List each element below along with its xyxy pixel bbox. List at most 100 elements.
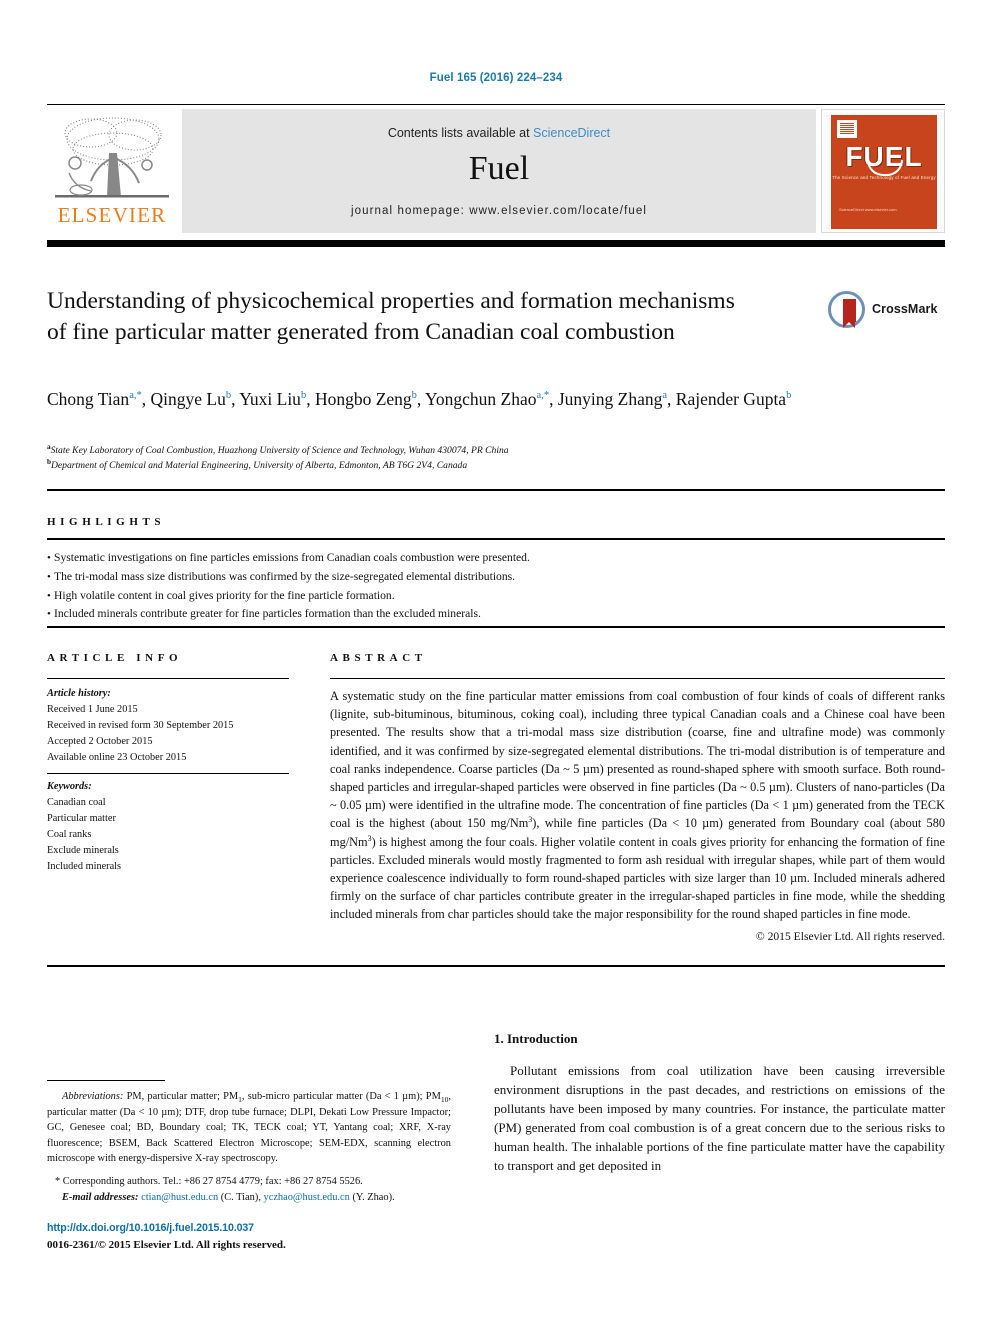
email-link-tian[interactable]: ctian@hust.edu.cn <box>141 1192 218 1203</box>
masthead-top-rule <box>47 104 945 105</box>
author-list: Chong Tiana,*, Qingye Lub, Yuxi Liub, Ho… <box>47 389 792 409</box>
crossmark-ribbon-icon <box>843 299 856 328</box>
abbrev-part-a: PM, particular matter; PM <box>123 1091 239 1102</box>
list-item: • Systematic investigations on fine parti… <box>47 549 787 568</box>
keywords-block: Keywords: Canadian coal Particular matte… <box>47 779 297 875</box>
doi-link[interactable]: http://dx.doi.org/10.1016/j.fuel.2015.10… <box>47 1222 254 1234</box>
list-item: • The tri-modal mass size distributions w… <box>47 568 787 587</box>
abstract-text: A systematic study on the fine particula… <box>330 687 945 923</box>
article-history-item: Received 1 June 2015 <box>47 704 138 716</box>
author-affil-marker: b <box>300 390 307 402</box>
author-name[interactable]: Yongchun Zhao <box>425 389 537 409</box>
author-affil-marker: a,* <box>129 390 142 402</box>
article-info-rule <box>47 678 289 680</box>
sciencedirect-link[interactable]: ScienceDirect <box>533 126 610 140</box>
article-history-item: Accepted 2 October 2015 <box>47 736 153 748</box>
keywords-label: Keywords: <box>47 781 92 792</box>
author-affil-marker: a <box>662 390 668 402</box>
elsevier-logo[interactable]: ELSEVIER <box>47 109 177 233</box>
abstract-rule <box>330 678 945 680</box>
author-name[interactable]: Hongbo Zeng <box>315 389 412 409</box>
page-title: Understanding of physicochemical propert… <box>47 288 735 346</box>
list-item: • Included minerals contribute greater fo… <box>47 605 787 624</box>
keyword-item[interactable]: Included minerals <box>47 859 297 875</box>
running-head: Fuel 165 (2016) 224–234 <box>429 72 563 84</box>
crossmark-badge[interactable]: CrossMark <box>828 290 940 330</box>
masthead-black-bar <box>47 240 945 247</box>
abstract-heading: ABSTRACT <box>330 652 427 664</box>
highlight-text: The tri-modal mass size distributions wa… <box>54 569 516 583</box>
highlights-top-rule <box>47 489 945 491</box>
bullet-icon: • <box>47 570 51 583</box>
email-label: E-mail addresses: <box>62 1192 139 1203</box>
email-suffix-1: (C. Tian), <box>218 1192 264 1203</box>
bullet-icon: • <box>47 552 51 564</box>
abstract-copyright: © 2015 Elsevier Ltd. All rights reserved… <box>755 930 945 943</box>
abstract-part-3: ) is highest among the four coals. Highe… <box>330 834 945 922</box>
corresponding-author-footnote: * Corresponding authors. Tel.: +86 27 87… <box>55 1176 363 1187</box>
article-history-item: Available online 23 October 2015 <box>47 752 187 764</box>
email-link-zhao[interactable]: yczhao@hust.edu.cn <box>264 1192 350 1203</box>
email-suffix-2: (Y. Zhao). <box>349 1192 395 1203</box>
journal-cover-thumbnail[interactable]: FUEL The Science and Technology of Fuel … <box>821 109 945 233</box>
abstract-bottom-rule <box>47 965 945 967</box>
author-name[interactable]: Chong Tian <box>47 389 129 409</box>
crossmark-label: CrossMark <box>872 302 938 316</box>
highlight-text: Systematic investigations on fine partic… <box>54 551 530 564</box>
cover-elsevier-mark-icon <box>837 120 857 138</box>
elsevier-tree-icon <box>55 117 169 198</box>
affiliation-item: aState Key Laboratory of Coal Combustion… <box>47 443 907 458</box>
journal-article-page: Fuel 165 (2016) 224–234 ELSEVIER Content… <box>0 0 992 1323</box>
bullet-icon: • <box>47 589 51 602</box>
affiliation-text: Department of Chemical and Material Engi… <box>51 460 468 472</box>
email-footnote: E-mail addresses: ctian@hust.edu.cn (C. … <box>47 1190 451 1206</box>
footnote-rule <box>47 1080 165 1082</box>
list-item: • High volatile content in coal gives pri… <box>47 587 787 606</box>
highlight-text: High volatile content in coal gives prio… <box>54 588 395 602</box>
article-history-item: Received in revised form 30 September 20… <box>47 720 234 732</box>
keyword-item[interactable]: Exclude minerals <box>47 843 297 859</box>
highlight-text: Included minerals contribute greater for… <box>54 607 481 621</box>
crossmark-circle-icon <box>828 291 865 328</box>
affiliation-list: aState Key Laboratory of Coal Combustion… <box>47 443 907 473</box>
abstract-part-1: A systematic study on the fine particula… <box>330 689 945 831</box>
author-name[interactable]: Junying Zhang <box>558 389 663 409</box>
highlights-bottom-rule <box>47 538 945 540</box>
cover-swoosh-icon <box>867 160 903 176</box>
author-affil-marker: b <box>225 390 232 402</box>
contents-prefix: Contents lists available at <box>387 126 534 140</box>
introduction-paragraph: Pollutant emissions from coal utilizatio… <box>494 1063 945 1173</box>
keyword-item[interactable]: Canadian coal <box>47 795 297 811</box>
author-name[interactable]: Rajender Gupta <box>676 389 786 409</box>
journal-title: Fuel <box>468 150 530 187</box>
contents-available-line: Contents lists available at ScienceDirec… <box>182 126 816 140</box>
author-name[interactable]: Qingye Lu <box>150 389 225 409</box>
abbreviations-footnote: Abbreviations: PM, particular matter; PM… <box>47 1089 451 1167</box>
introduction-heading: 1. Introduction <box>494 1031 578 1046</box>
keywords-rule <box>47 773 289 775</box>
cover-footer-text: ScienceDirect www.elsevier.com <box>839 207 897 212</box>
author-affil-marker: b <box>786 390 792 402</box>
article-info-heading: ARTICLE INFO <box>47 652 183 664</box>
elsevier-wordmark: ELSEVIER <box>57 203 167 227</box>
article-history-label: Article history: <box>47 688 111 699</box>
author-name[interactable]: Yuxi Liu <box>239 389 301 409</box>
keyword-item[interactable]: Coal ranks <box>47 827 297 843</box>
abbrev-part-b: , sub-micro particular matter (Da < 1 µm… <box>241 1091 441 1102</box>
author-affil-marker: a,* <box>536 390 550 402</box>
abbrev-part-c: , particular matter (Da < 10 µm); DTF, d… <box>47 1091 452 1165</box>
author-affil-marker: b <box>411 390 417 402</box>
info-section-top-rule <box>47 626 945 628</box>
cover-artwork: FUEL The Science and Technology of Fuel … <box>831 115 937 229</box>
highlights-list: • Systematic investigations on fine parti… <box>47 549 787 624</box>
keyword-item[interactable]: Particular matter <box>47 811 297 827</box>
journal-homepage-link[interactable]: journal homepage: www.elsevier.com/locat… <box>182 205 816 217</box>
journal-masthead: ELSEVIER Contents lists available at Sci… <box>47 109 945 233</box>
affiliation-text: State Key Laboratory of Coal Combustion,… <box>50 445 509 456</box>
affiliation-item: bDepartment of Chemical and Material Eng… <box>47 458 907 473</box>
masthead-center-panel: Contents lists available at ScienceDirec… <box>181 109 816 233</box>
article-history-block: Article history: Received 1 June 2015 Re… <box>47 686 297 766</box>
cover-subtitle: The Science and Technology of Fuel and E… <box>832 175 936 180</box>
bullet-icon: • <box>47 608 51 621</box>
issn-copyright: 0016-2361/© 2015 Elsevier Ltd. All right… <box>47 1239 286 1251</box>
